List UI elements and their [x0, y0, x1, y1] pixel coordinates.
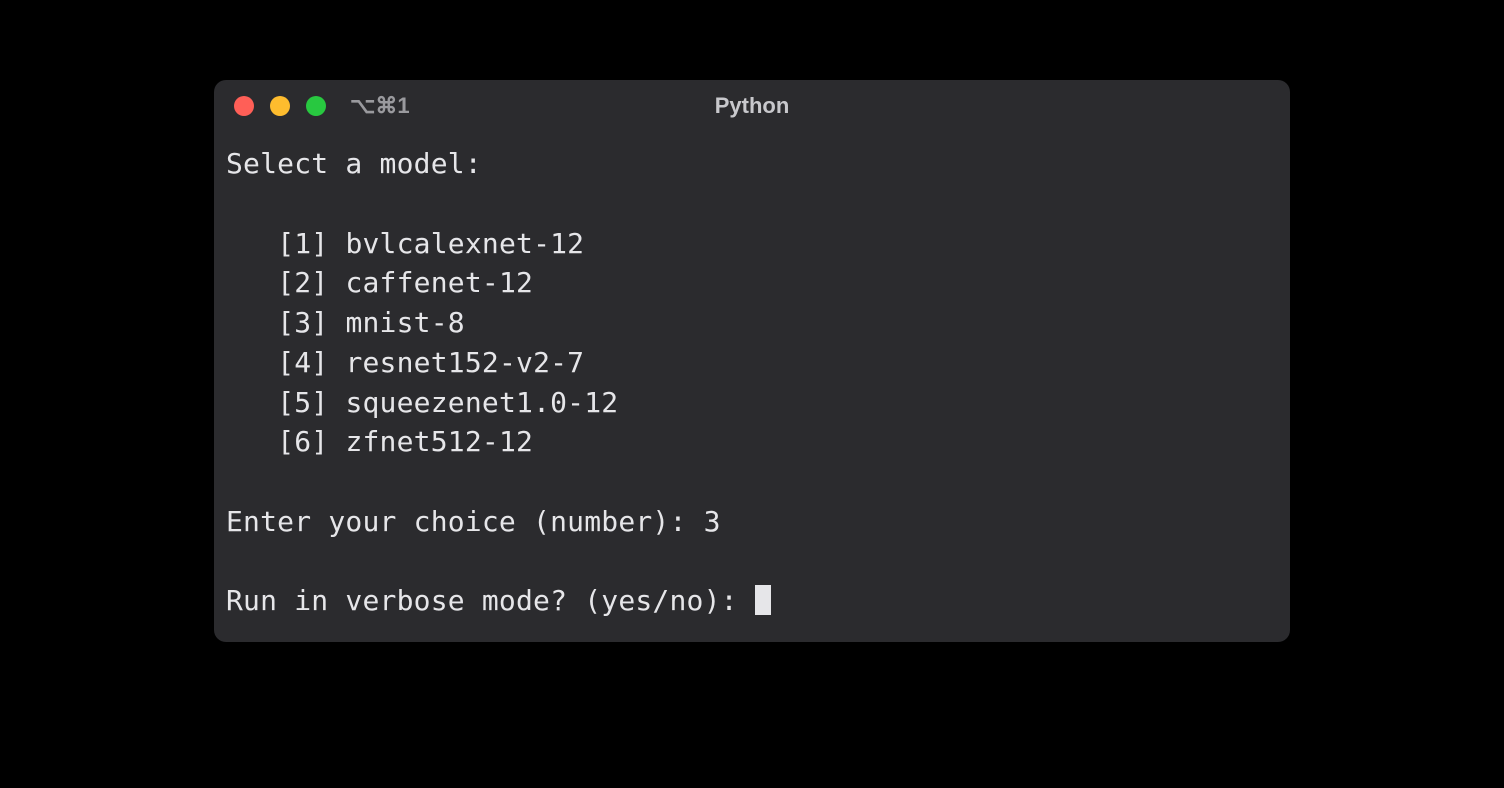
close-icon[interactable]	[234, 96, 254, 116]
traffic-lights	[234, 96, 326, 116]
option-name: zfnet512-12	[345, 425, 533, 458]
model-option: [1] bvlcalexnet-12	[277, 227, 584, 260]
choice-prompt: Enter your choice (number):	[226, 505, 704, 538]
shortcut-label: ⌥⌘1	[350, 93, 410, 119]
model-option: [4] resnet152-v2-7	[277, 346, 584, 379]
verbose-prompt: Run in verbose mode? (yes/no):	[226, 584, 755, 617]
maximize-icon[interactable]	[306, 96, 326, 116]
terminal-window: ⌥⌘1 Python Select a model: [1] bvlcalexn…	[214, 80, 1290, 642]
option-index: [6]	[277, 425, 328, 458]
window-title: Python	[715, 93, 790, 119]
model-option: [5] squeezenet1.0-12	[277, 386, 618, 419]
option-index: [5]	[277, 386, 328, 419]
option-name: caffenet-12	[345, 266, 533, 299]
model-option: [3] mnist-8	[277, 306, 465, 339]
model-option: [6] zfnet512-12	[277, 425, 533, 458]
cursor-icon	[755, 585, 771, 615]
select-model-header: Select a model:	[226, 147, 482, 180]
titlebar[interactable]: ⌥⌘1 Python	[214, 80, 1290, 132]
terminal-body[interactable]: Select a model: [1] bvlcalexnet-12 [2] c…	[214, 132, 1290, 621]
option-name: squeezenet1.0-12	[345, 386, 618, 419]
option-name: bvlcalexnet-12	[345, 227, 584, 260]
option-name: mnist-8	[345, 306, 464, 339]
option-index: [1]	[277, 227, 328, 260]
option-index: [2]	[277, 266, 328, 299]
minimize-icon[interactable]	[270, 96, 290, 116]
choice-value: 3	[704, 505, 721, 538]
option-index: [4]	[277, 346, 328, 379]
option-index: [3]	[277, 306, 328, 339]
option-name: resnet152-v2-7	[345, 346, 584, 379]
model-option: [2] caffenet-12	[277, 266, 533, 299]
